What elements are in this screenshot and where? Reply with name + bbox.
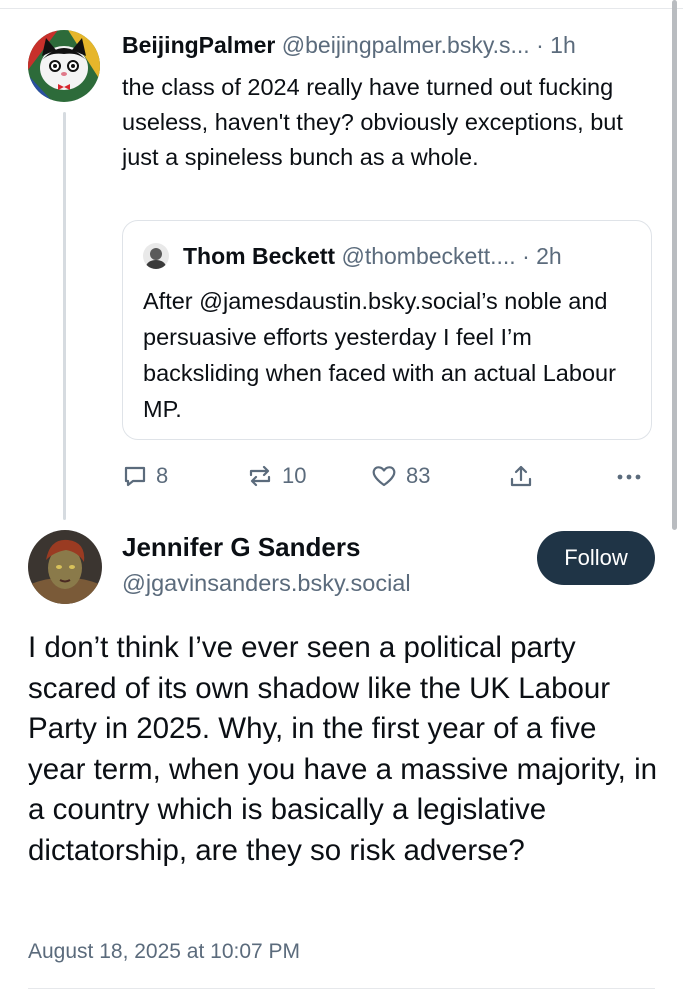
share-icon [510, 465, 532, 487]
like-button[interactable]: 83 [370, 458, 430, 494]
repost-icon [249, 465, 271, 487]
quote-time: 2h [536, 243, 562, 269]
avatar[interactable] [28, 530, 102, 604]
like-icon [372, 466, 396, 487]
quote-header: Thom Beckett @thombeckett.... · 2h [183, 243, 562, 270]
post-actions: 8 10 83 [122, 458, 662, 494]
quoted-post[interactable]: Thom Beckett @thombeckett.... · 2h After… [122, 220, 652, 440]
quote-author-handle: @thombeckett.... [341, 243, 516, 269]
reply-count: 8 [156, 463, 169, 488]
parent-post[interactable]: BeijingPalmer @beijingpalmer.bsky.s... ·… [0, 0, 683, 520]
post-header: BeijingPalmer @beijingpalmer.bsky.s... ·… [122, 32, 576, 59]
repost-count: 10 [282, 463, 307, 488]
quote-author-name: Thom Beckett [183, 243, 336, 269]
follow-button[interactable]: Follow [537, 531, 655, 585]
share-button[interactable] [508, 458, 534, 494]
quote-text: After @jamesdaustin.bsky.social’s noble … [143, 288, 616, 422]
repost-button[interactable]: 10 [246, 458, 306, 494]
avatar[interactable] [28, 30, 100, 102]
character-avatar-icon [28, 530, 102, 604]
separator: · [536, 32, 544, 58]
author-name[interactable]: Jennifer G Sanders [122, 532, 360, 563]
separator: · [522, 243, 530, 269]
more-icon [617, 474, 641, 480]
author-handle[interactable]: @jgavinsanders.bsky.social [122, 570, 411, 597]
post-timestamp: August 18, 2025 at 10:07 PM [28, 940, 301, 963]
thread-connector [63, 112, 66, 520]
bottom-divider [28, 988, 655, 989]
like-count: 83 [406, 463, 431, 488]
more-options-button[interactable] [614, 458, 644, 494]
post-time[interactable]: 1h [550, 32, 576, 58]
post-text: the class of 2024 really have turned out… [122, 74, 623, 170]
reply-icon [124, 466, 146, 487]
avatar [143, 243, 169, 269]
author-name[interactable]: BeijingPalmer [122, 32, 275, 58]
reply-button[interactable]: 8 [122, 458, 168, 494]
author-handle[interactable]: @beijingpalmer.bsky.s... [282, 32, 530, 58]
post-text: I don’t think I’ve ever seen a political… [28, 631, 658, 867]
person-avatar-icon [143, 243, 169, 269]
cat-avatar-icon [28, 30, 100, 102]
